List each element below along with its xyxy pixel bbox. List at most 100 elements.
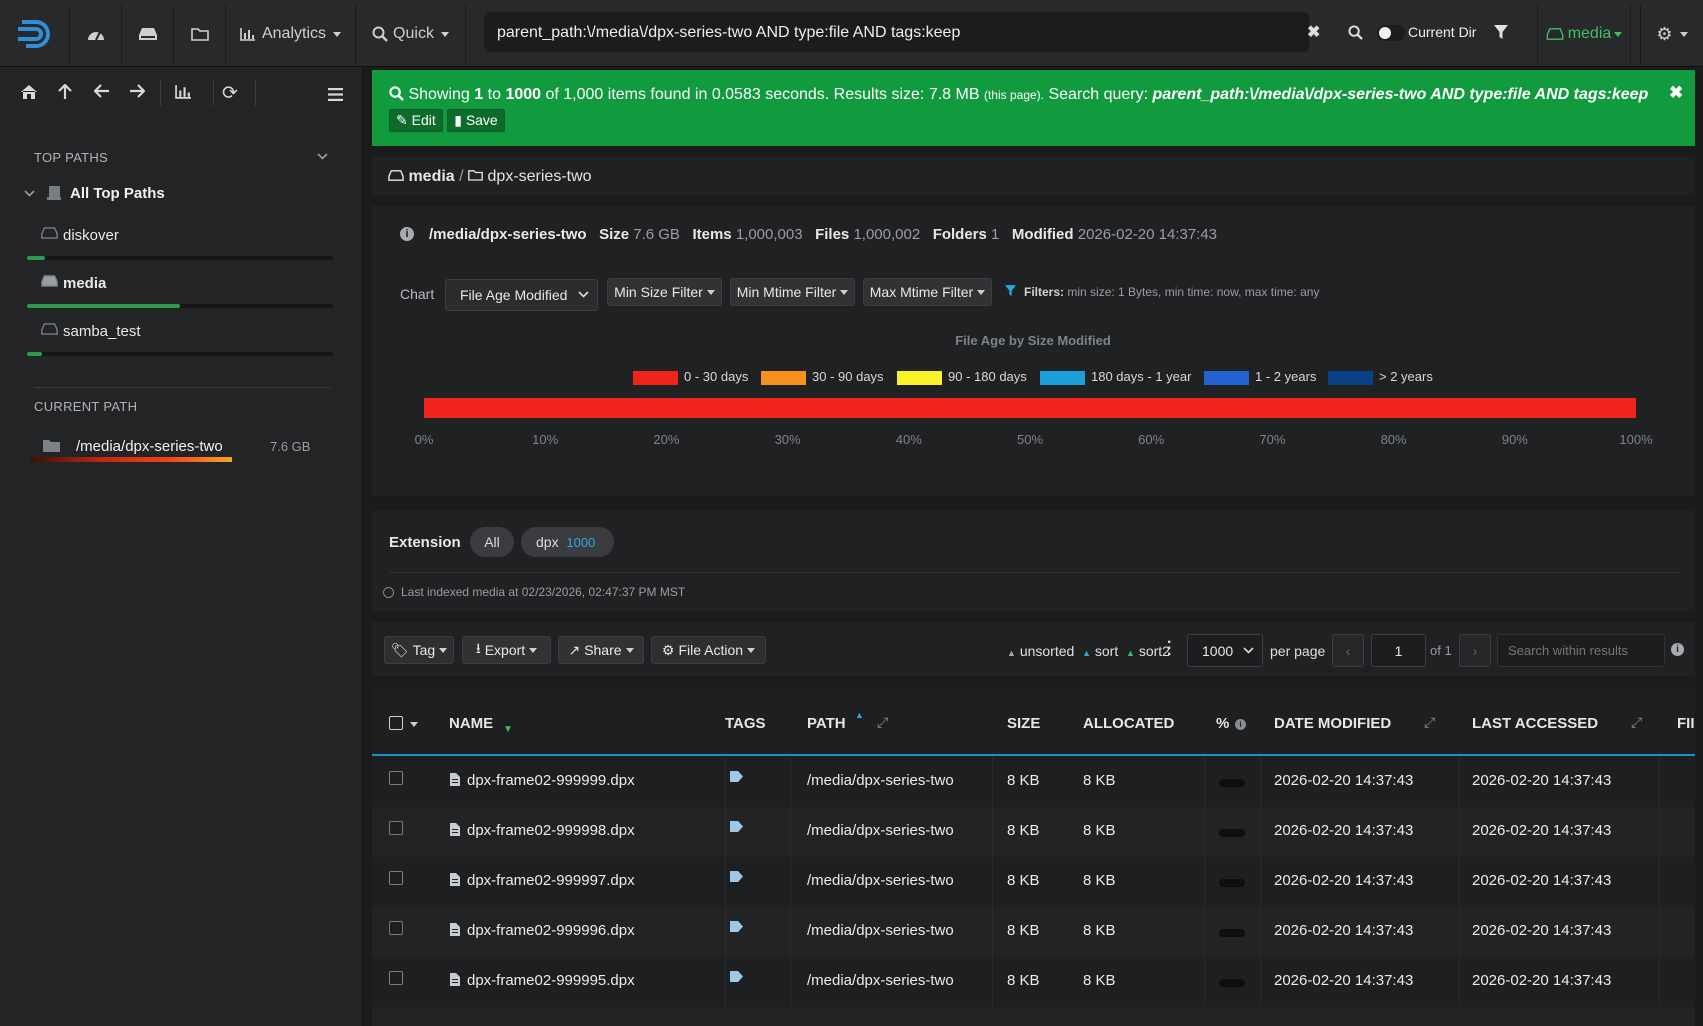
table-row[interactable] (372, 1007, 1695, 1026)
save-query-button[interactable]: ▮ Save (447, 109, 505, 132)
legend-label[interactable]: 0 - 30 days (684, 369, 748, 384)
file-path-link[interactable]: /media/dpx-series-two (807, 972, 954, 989)
column-header-percent[interactable]: % (1216, 715, 1229, 732)
all-top-paths-link[interactable]: All Top Paths (70, 185, 165, 202)
menu-icon[interactable] (328, 88, 343, 101)
legend-swatch[interactable] (1204, 371, 1249, 385)
sort-option[interactable]: sort (1095, 643, 1118, 659)
file-browser-button[interactable] (174, 5, 226, 63)
storage-button[interactable] (122, 5, 174, 63)
expand-column-icon[interactable]: ⤢ (877, 714, 888, 731)
info-icon[interactable]: i (1671, 643, 1684, 656)
expand-column-icon[interactable]: ⤢ (1424, 714, 1435, 731)
edit-query-button[interactable]: ✎ Edit (389, 109, 443, 132)
previous-page-button[interactable]: ‹ (1332, 634, 1364, 667)
select-all-checkbox[interactable] (389, 716, 403, 730)
chart-type-select[interactable]: File Age Modified (445, 279, 598, 311)
file-name-link[interactable]: dpx-frame02-999997.dpx (467, 872, 635, 889)
legend-label[interactable]: > 2 years (1379, 369, 1433, 384)
legend-label[interactable]: 1 - 2 years (1255, 369, 1316, 384)
tag-icon[interactable] (730, 871, 743, 882)
tag-icon[interactable] (730, 921, 743, 932)
quick-search-menu[interactable]: Quick (356, 5, 466, 63)
table-row[interactable]: dpx-frame02-999998.dpx/media/dpx-series-… (372, 807, 1695, 857)
tag-icon[interactable] (730, 771, 743, 782)
home-icon[interactable] (20, 84, 38, 100)
more-vertical-icon[interactable]: · · · (1167, 635, 1172, 663)
close-alert-icon[interactable]: ✖ (1669, 83, 1683, 103)
chevron-down-icon[interactable] (24, 190, 35, 197)
per-page-select[interactable]: 1000 (1187, 634, 1263, 667)
current-dir-toggle[interactable] (1377, 25, 1405, 41)
column-header-allocated[interactable]: ALLOCATED (1083, 715, 1174, 732)
tag-menu-button[interactable]: 🏷 Tag (384, 636, 454, 664)
row-checkbox[interactable] (389, 921, 403, 935)
bar-chart-icon[interactable] (175, 84, 192, 99)
min-size-filter-button[interactable]: Min Size Filter (607, 278, 722, 306)
legend-swatch[interactable] (761, 371, 806, 385)
chevron-down-icon[interactable] (410, 722, 418, 727)
expand-column-icon[interactable]: ⤢ (1631, 714, 1642, 731)
row-checkbox[interactable] (389, 871, 403, 885)
clear-search-icon[interactable]: ✖ (1307, 22, 1320, 42)
legend-swatch[interactable] (1040, 371, 1085, 385)
legend-label[interactable]: 30 - 90 days (812, 369, 884, 384)
arrow-up-icon[interactable] (58, 84, 72, 100)
legend-swatch[interactable] (633, 371, 678, 385)
file-name-link[interactable]: dpx-frame02-999996.dpx (467, 922, 635, 939)
page-number-input[interactable]: 1 (1371, 634, 1426, 667)
extension-all-filter[interactable]: All (470, 527, 514, 557)
table-row[interactable]: dpx-frame02-999995.dpx/media/dpx-series-… (372, 957, 1695, 1007)
file-path-link[interactable]: /media/dpx-series-two (807, 822, 954, 839)
legend-label[interactable]: 90 - 180 days (948, 369, 1027, 384)
file-path-link[interactable]: /media/dpx-series-two (807, 772, 954, 789)
table-row[interactable]: dpx-frame02-999997.dpx/media/dpx-series-… (372, 857, 1695, 907)
refresh-icon[interactable]: ⟳ (222, 82, 238, 105)
legend-swatch[interactable] (897, 371, 942, 385)
column-header-size[interactable]: SIZE (1007, 715, 1040, 732)
breadcrumb-root[interactable]: media (408, 168, 454, 185)
file-name-link[interactable]: dpx-frame02-999995.dpx (467, 972, 635, 989)
search-submit-icon[interactable] (1348, 25, 1363, 40)
row-checkbox[interactable] (389, 821, 403, 835)
breadcrumb-folder[interactable]: dpx-series-two (488, 168, 592, 185)
arrow-left-icon[interactable] (94, 84, 110, 98)
unsorted-option[interactable]: unsorted (1020, 643, 1074, 659)
column-header-last-accessed[interactable]: LAST ACCESSED (1472, 715, 1598, 732)
min-mtime-filter-button[interactable]: Min Mtime Filter (730, 278, 855, 306)
share-menu-button[interactable]: ↗ Share (558, 636, 644, 664)
settings-menu[interactable]: ⚙ (1640, 5, 1703, 63)
export-menu-button[interactable]: ⭳ Export (462, 636, 551, 664)
dashboard-button[interactable] (70, 5, 122, 63)
file-name-link[interactable]: dpx-frame02-999998.dpx (467, 822, 635, 839)
tag-icon[interactable] (730, 821, 743, 832)
row-checkbox[interactable] (389, 771, 403, 785)
file-name-link[interactable]: dpx-frame02-999999.dpx (467, 772, 635, 789)
table-row[interactable]: dpx-frame02-999999.dpx/media/dpx-series-… (372, 757, 1695, 807)
extension-dpx-filter[interactable]: dpx 1000 (521, 527, 614, 557)
next-page-button[interactable]: › (1459, 634, 1491, 667)
column-header-name[interactable]: NAME (449, 715, 493, 732)
legend-swatch[interactable] (1328, 371, 1373, 385)
filter-icon[interactable] (1494, 25, 1508, 40)
legend-label[interactable]: 180 days - 1 year (1091, 369, 1191, 384)
search-within-results-input[interactable] (1497, 634, 1665, 667)
chevron-down-icon[interactable] (317, 153, 328, 160)
table-row[interactable]: dpx-frame02-999996.dpx/media/dpx-series-… (372, 907, 1695, 957)
column-header-path[interactable]: PATH (807, 715, 846, 732)
column-header-tags[interactable]: TAGS (725, 715, 766, 732)
sort2-option[interactable]: sort2 (1139, 643, 1170, 659)
search-input[interactable]: parent_path:\/media\/dpx-series-two AND … (484, 12, 1309, 52)
tag-icon[interactable] (730, 971, 743, 982)
chart-bar-segment[interactable] (424, 398, 1636, 418)
index-selector[interactable]: media (1537, 5, 1631, 63)
logo[interactable] (0, 5, 70, 63)
column-header-more[interactable]: FII (1677, 715, 1701, 732)
max-mtime-filter-button[interactable]: Max Mtime Filter (863, 278, 992, 306)
file-path-link[interactable]: /media/dpx-series-two (807, 872, 954, 889)
column-header-date-modified[interactable]: DATE MODIFIED (1274, 715, 1391, 732)
row-checkbox[interactable] (389, 971, 403, 985)
current-path-link[interactable]: /media/dpx-series-two (76, 438, 223, 455)
arrow-right-icon[interactable] (129, 84, 145, 98)
analytics-menu[interactable]: Analytics (226, 5, 356, 63)
